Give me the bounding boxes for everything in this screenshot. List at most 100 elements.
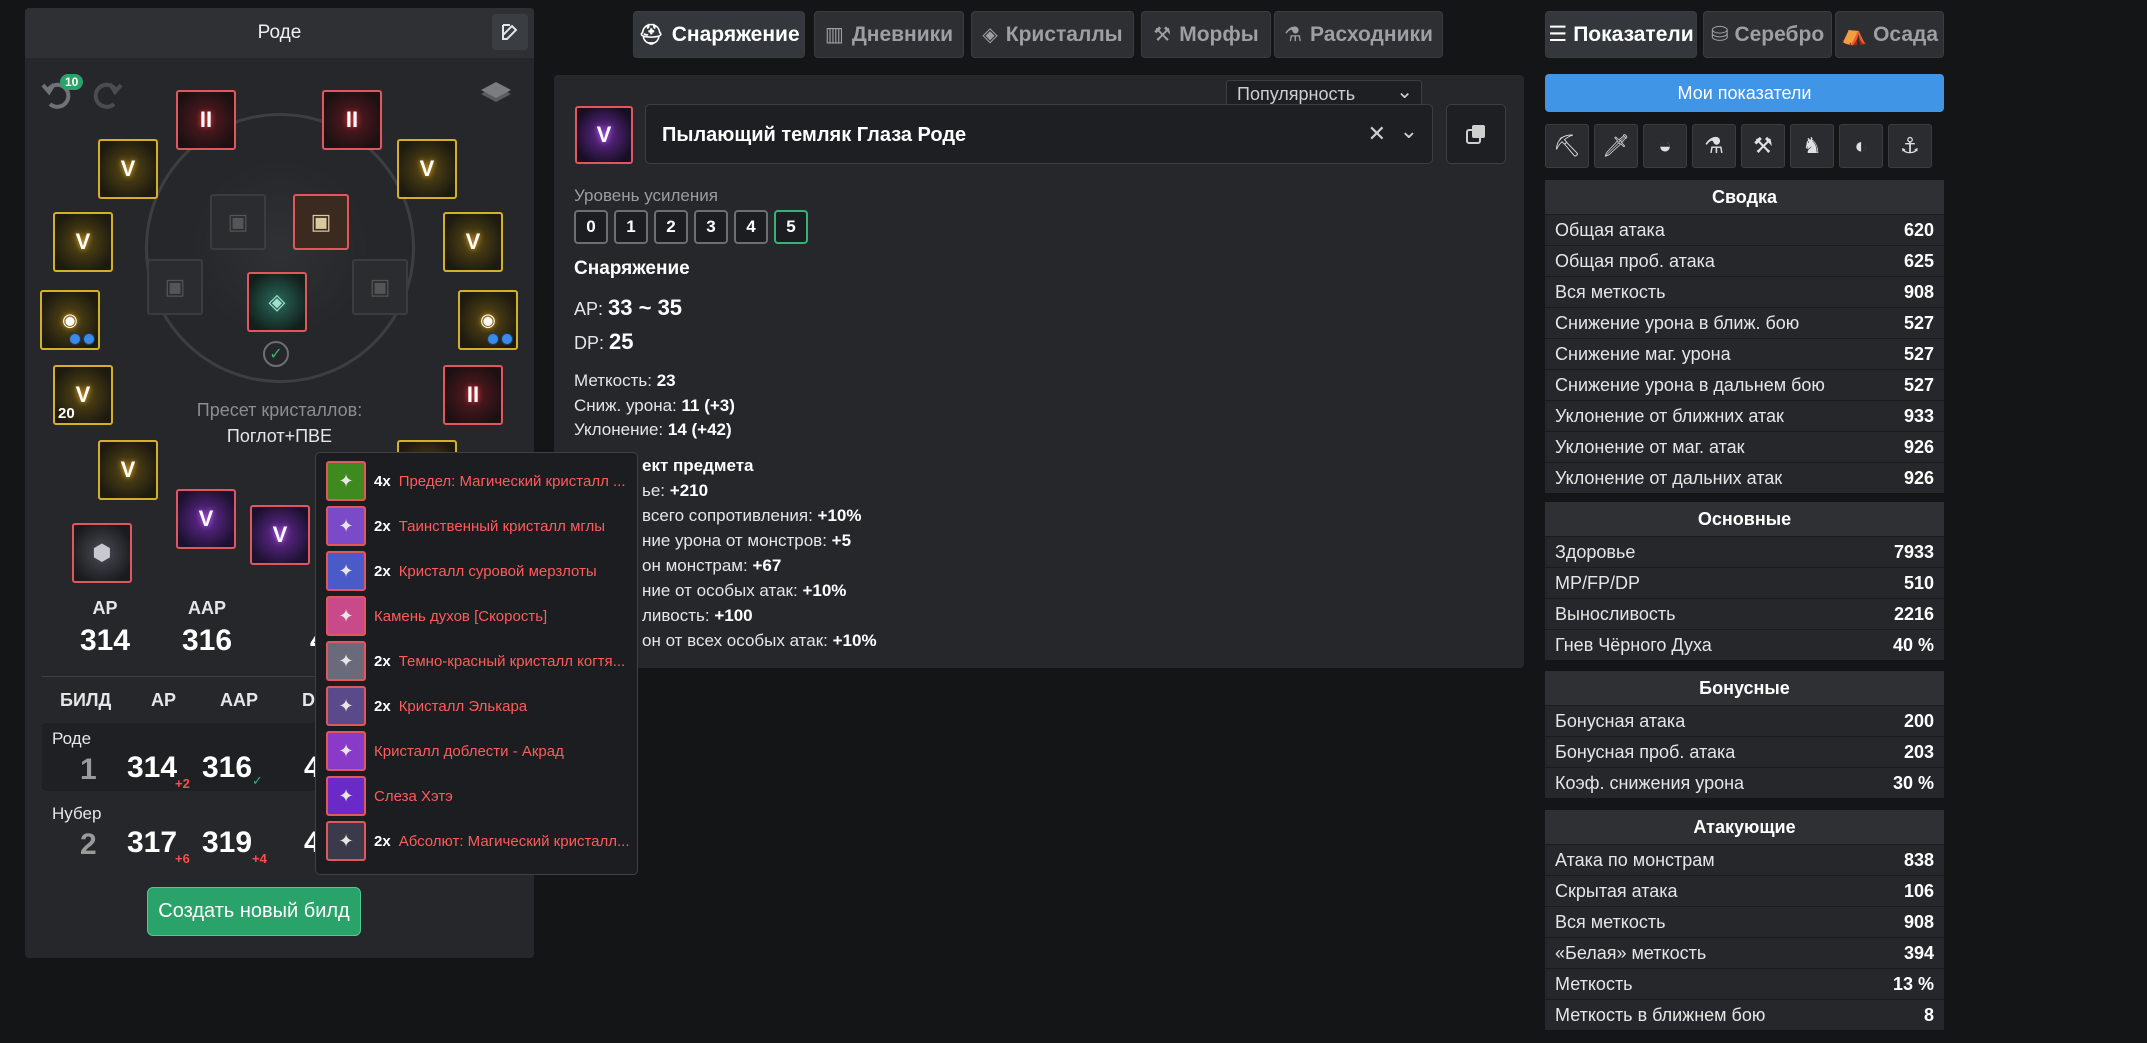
slot-chest-3[interactable]: ▣ <box>147 259 203 315</box>
slot-chest-1[interactable]: ▣ <box>210 194 266 250</box>
stat-label: «Белая» меткость <box>1555 942 1707 963</box>
level-5[interactable]: 5 <box>774 210 808 244</box>
stat-row: Меткость в ближнем бою 8 <box>1545 999 1944 1030</box>
level-1[interactable]: 1 <box>614 210 648 244</box>
build-name: Нубер <box>52 804 102 823</box>
build-title: Роде <box>25 8 534 58</box>
build-aap-check: ✓ <box>252 773 263 788</box>
slot-armor[interactable]: II <box>322 90 382 150</box>
col-aap: AAP <box>220 690 259 710</box>
anchor-icon[interactable]: ⚓ <box>1888 124 1932 168</box>
clear-icon[interactable]: ✕ <box>1368 121 1386 147</box>
level-0[interactable]: 0 <box>574 210 608 244</box>
slot-bracelet-right[interactable]: ◉ <box>458 290 518 350</box>
stat-row: Бонусная проб. атака 203 <box>1545 736 1944 767</box>
enhance-label: Уровень усиления <box>574 186 718 205</box>
crystal-item: ✦ 2x Кристалл суровой мерзлоты <box>326 551 629 591</box>
stat-aap-value: 316 <box>181 624 233 657</box>
pickaxe-icon[interactable]: ⛏ <box>1545 124 1589 168</box>
stat-label: Уклонение от дальних атак <box>1555 467 1783 488</box>
slot-artifact[interactable]: ◈ <box>247 272 307 332</box>
level-3[interactable]: 3 <box>694 210 728 244</box>
section-title: Сводка <box>1545 180 1944 214</box>
check-icon[interactable]: ✓ <box>263 341 289 367</box>
stat-line: Уклонение: 14 (+42) <box>574 420 732 439</box>
stat-label: Гнев Чёрного Духа <box>1555 634 1712 655</box>
crystal-icon: ✦ <box>326 551 366 591</box>
build-aap: 316 <box>202 751 253 784</box>
stat-value: 926 <box>1903 467 1934 488</box>
item-icon[interactable]: V <box>575 106 633 164</box>
stat-label: Меткость в ближнем бою <box>1555 1004 1766 1025</box>
ap-line: AP: 33 ~ 35 <box>574 295 683 320</box>
knife-icon[interactable]: 🗡 <box>1594 124 1638 168</box>
tab-stats[interactable]: ☰ Показатели <box>1545 11 1697 58</box>
slot-main-weapon[interactable]: V <box>176 489 236 549</box>
tab-silver[interactable]: ⛁ Серебро <box>1703 11 1832 58</box>
crystal-tooltip: ✦ 4x Предел: Магический кристалл ... ✦ 2x Та… <box>315 452 638 875</box>
slot-earring-left[interactable]: V <box>98 139 158 199</box>
tab-consumables[interactable]: ⚗ Расходники <box>1274 11 1443 58</box>
crystal-icon: ✦ <box>326 596 366 636</box>
crystal-item: ✦ 2x Темно-красный кристалл когтя... <box>326 641 629 681</box>
effect-line: ье: +210 <box>642 481 709 500</box>
effect-line: ливость: +100 <box>642 606 753 625</box>
item-select[interactable]: Пылающий темляк Глаза Роде ✕ ⌄ <box>645 104 1433 164</box>
hammer-icon[interactable]: ⚒ <box>1741 124 1785 168</box>
slot-chest-2[interactable]: ▣ <box>293 194 349 250</box>
section-title: Основные <box>1545 502 1944 536</box>
slot-helmet[interactable]: II <box>176 90 236 150</box>
slot-belt[interactable]: V <box>98 440 158 500</box>
my-stats-button[interactable]: Мои показатели <box>1545 74 1944 112</box>
redo-button[interactable] <box>90 78 130 114</box>
undo-button[interactable]: 10 <box>40 74 84 114</box>
effect-line: он монстрам: +67 <box>642 556 782 575</box>
stat-label: Снижение маг. урона <box>1555 343 1731 364</box>
stat-value: 40 % <box>1892 634 1934 655</box>
crystal-preset-label: Пресет кристаллов: <box>196 400 363 420</box>
slot-ring-right[interactable]: V <box>443 212 503 272</box>
horse-icon[interactable]: ♞ <box>1790 124 1834 168</box>
tab-equipment[interactable]: ⛑ Снаряжение <box>633 11 805 58</box>
chevron-down-icon[interactable]: ⌄ <box>1400 118 1418 144</box>
stat-value: 527 <box>1903 343 1934 364</box>
crystal-icon: ✦ <box>326 776 366 816</box>
slot-earring-right[interactable]: V <box>397 139 457 199</box>
crystal-item: ✦ 2x Таинственный кристалл мглы <box>326 506 629 546</box>
slot-ring-left[interactable]: V <box>53 212 113 272</box>
stat-row: Снижение урона в дальнем бою 527 <box>1545 369 1944 400</box>
roast-icon[interactable]: ◒ <box>1643 124 1687 168</box>
stat-row: Бонусная атака 200 <box>1545 705 1944 736</box>
stat-ap-label: AP <box>92 598 118 618</box>
stat-label: Атака по монстрам <box>1555 849 1715 870</box>
fish-icon[interactable]: ◐ <box>1839 124 1883 168</box>
tab-siege[interactable]: ⛺ Осада <box>1835 11 1944 58</box>
flask-icon[interactable]: ⚗ <box>1692 124 1736 168</box>
copy-button[interactable] <box>1446 104 1506 164</box>
tab-morphs[interactable]: ⚒ Морфы <box>1141 11 1271 58</box>
edit-build-button[interactable] <box>492 14 528 50</box>
slot-chest-4[interactable]: ▣ <box>352 259 408 315</box>
slot-bracelet-left[interactable]: ◉ <box>40 290 100 350</box>
slot-sub-weapon[interactable]: V <box>250 505 310 565</box>
stat-label: Выносливость <box>1555 603 1676 624</box>
layers-icon <box>481 82 511 102</box>
stat-row: Уклонение от дальних атак 926 <box>1545 462 1944 493</box>
tab-crystals[interactable]: ◈ Кристаллы <box>971 11 1134 58</box>
layers-button[interactable] <box>477 78 517 114</box>
stat-row: Общая атака 620 <box>1545 214 1944 245</box>
section-title: Атакующие <box>1545 810 1944 844</box>
level-2[interactable]: 2 <box>654 210 688 244</box>
stat-value: 200 <box>1903 710 1934 731</box>
create-build-button[interactable]: Создать новый билд <box>147 887 361 936</box>
stat-label: Общая проб. атака <box>1555 250 1715 271</box>
crystal-icon: ✦ <box>326 686 366 726</box>
crystal-item: ✦ 4x Предел: Магический кристалл ... <box>326 461 629 501</box>
slot-awakening[interactable]: ⬢ <box>72 523 132 583</box>
level-4[interactable]: 4 <box>734 210 768 244</box>
crystal-preset-value[interactable]: Поглот+ПВЕ <box>25 426 534 447</box>
stats-section: Бонусные Бонусная атака 200 Бонусная проб. … <box>1545 671 1944 798</box>
tab-journals[interactable]: ▥ Дневники <box>814 11 964 58</box>
stat-value: 620 <box>1903 219 1934 240</box>
build-name: Роде <box>52 729 92 748</box>
